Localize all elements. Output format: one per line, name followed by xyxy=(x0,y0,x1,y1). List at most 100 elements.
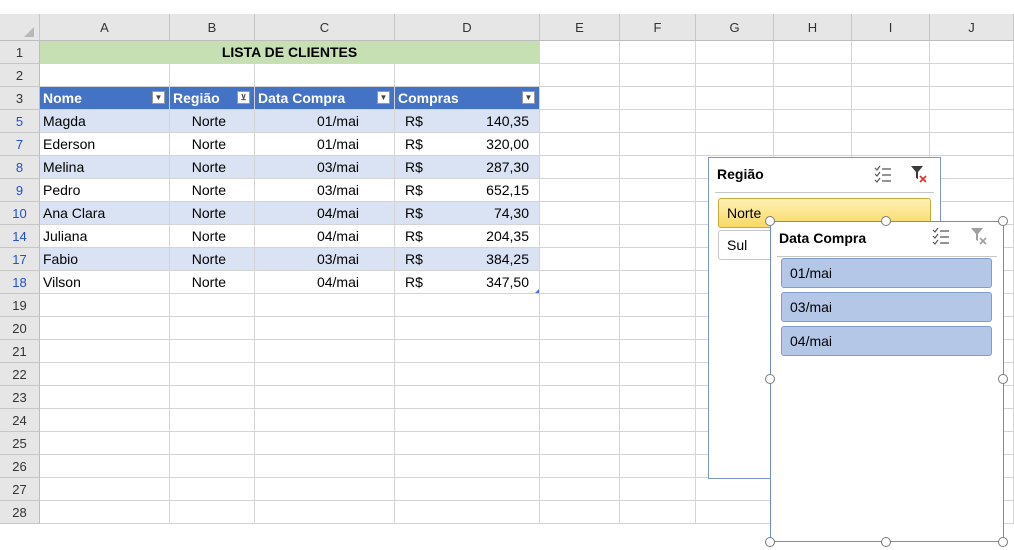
row-header-27[interactable]: 27 xyxy=(0,478,40,501)
cell-a2[interactable] xyxy=(40,64,170,87)
table-cell-data[interactable]: 04/mai xyxy=(255,225,395,248)
filter-active-icon[interactable]: ⊻ xyxy=(237,91,250,104)
table-cell-compras[interactable]: R$ 384,25 xyxy=(395,248,540,271)
slicer-item-04-mai[interactable]: 04/mai xyxy=(781,326,992,356)
resize-handle[interactable] xyxy=(765,216,775,226)
cell-f19[interactable] xyxy=(620,294,696,317)
table-cell-compras[interactable]: R$ 287,30 xyxy=(395,156,540,179)
row-header-28[interactable]: 28 xyxy=(0,501,40,524)
cell-b26[interactable] xyxy=(170,455,255,478)
cell-e28[interactable] xyxy=(540,501,620,524)
cell-j1[interactable] xyxy=(930,41,1014,64)
cell-j3[interactable] xyxy=(930,87,1014,110)
cell-c25[interactable] xyxy=(255,432,395,455)
cell-f10[interactable] xyxy=(620,202,696,225)
cell-c20[interactable] xyxy=(255,317,395,340)
cell-f26[interactable] xyxy=(620,455,696,478)
row-header-17[interactable]: 17 xyxy=(0,248,40,271)
cell-f25[interactable] xyxy=(620,432,696,455)
cell-e7[interactable] xyxy=(540,133,620,156)
cell-b23[interactable] xyxy=(170,386,255,409)
cell-g27[interactable] xyxy=(696,478,774,501)
multi-select-icon[interactable] xyxy=(873,164,893,184)
row-header-3[interactable]: 3 xyxy=(0,87,40,110)
clear-filter-icon[interactable] xyxy=(969,226,989,246)
table-cell-data[interactable]: 01/mai xyxy=(255,110,395,133)
table-cell-compras[interactable]: R$ 140,35 xyxy=(395,110,540,133)
cell-e24[interactable] xyxy=(540,409,620,432)
cell-e1[interactable] xyxy=(540,41,620,64)
table-cell-regiao[interactable]: Norte xyxy=(170,271,255,294)
column-header-b[interactable]: B xyxy=(170,14,255,41)
cell-f2[interactable] xyxy=(620,64,696,87)
cell-a27[interactable] xyxy=(40,478,170,501)
cell-b24[interactable] xyxy=(170,409,255,432)
cell-c21[interactable] xyxy=(255,340,395,363)
cell-c24[interactable] xyxy=(255,409,395,432)
row-header-24[interactable]: 24 xyxy=(0,409,40,432)
table-cell-regiao[interactable]: Norte xyxy=(170,248,255,271)
cell-e14[interactable] xyxy=(540,225,620,248)
select-all-corner[interactable] xyxy=(0,14,40,41)
resize-handle[interactable] xyxy=(998,216,1008,226)
cell-f24[interactable] xyxy=(620,409,696,432)
row-header-1[interactable]: 1 xyxy=(0,41,40,64)
table-cell-regiao[interactable]: Norte xyxy=(170,225,255,248)
resize-handle[interactable] xyxy=(765,537,775,547)
table-resize-handle[interactable] xyxy=(535,289,539,293)
header-regiao[interactable]: Região ⊻ xyxy=(170,87,255,110)
cell-i1[interactable] xyxy=(852,41,930,64)
row-header-18[interactable]: 18 xyxy=(0,271,40,294)
row-header-8[interactable]: 8 xyxy=(0,156,40,179)
column-header-i[interactable]: I xyxy=(852,14,930,41)
table-cell-regiao[interactable]: Norte xyxy=(170,202,255,225)
cell-e8[interactable] xyxy=(540,156,620,179)
slicer-item-03-mai[interactable]: 03/mai xyxy=(781,292,992,322)
header-data-compra[interactable]: Data Compra ▼ xyxy=(255,87,395,110)
cell-i2[interactable] xyxy=(852,64,930,87)
table-cell-data[interactable]: 04/mai xyxy=(255,271,395,294)
row-header-20[interactable]: 20 xyxy=(0,317,40,340)
cell-f21[interactable] xyxy=(620,340,696,363)
cell-f9[interactable] xyxy=(620,179,696,202)
cell-f22[interactable] xyxy=(620,363,696,386)
resize-handle[interactable] xyxy=(765,374,775,384)
table-cell-nome[interactable]: Ana Clara xyxy=(40,202,170,225)
filter-dropdown-icon[interactable]: ▼ xyxy=(377,91,390,104)
cell-a26[interactable] xyxy=(40,455,170,478)
row-header-26[interactable]: 26 xyxy=(0,455,40,478)
row-header-5[interactable]: 5 xyxy=(0,110,40,133)
cell-f5[interactable] xyxy=(620,110,696,133)
cell-j9[interactable] xyxy=(930,179,1014,202)
cell-f17[interactable] xyxy=(620,248,696,271)
table-cell-data[interactable]: 04/mai xyxy=(255,202,395,225)
cell-b19[interactable] xyxy=(170,294,255,317)
cell-g3[interactable] xyxy=(696,87,774,110)
cell-d25[interactable] xyxy=(395,432,540,455)
row-header-22[interactable]: 22 xyxy=(0,363,40,386)
cell-f28[interactable] xyxy=(620,501,696,524)
cell-e19[interactable] xyxy=(540,294,620,317)
row-header-7[interactable]: 7 xyxy=(0,133,40,156)
cell-e23[interactable] xyxy=(540,386,620,409)
cell-e9[interactable] xyxy=(540,179,620,202)
cell-a19[interactable] xyxy=(40,294,170,317)
cell-a28[interactable] xyxy=(40,501,170,524)
cell-g5[interactable] xyxy=(696,110,774,133)
table-cell-regiao[interactable]: Norte xyxy=(170,156,255,179)
cell-f18[interactable] xyxy=(620,271,696,294)
table-cell-compras[interactable]: R$ 652,15 xyxy=(395,179,540,202)
cell-j7[interactable] xyxy=(930,133,1014,156)
table-cell-regiao[interactable]: Norte xyxy=(170,110,255,133)
cell-b21[interactable] xyxy=(170,340,255,363)
table-cell-data[interactable]: 01/mai xyxy=(255,133,395,156)
cell-e2[interactable] xyxy=(540,64,620,87)
cell-d2[interactable] xyxy=(395,64,540,87)
cell-i3[interactable] xyxy=(852,87,930,110)
resize-handle[interactable] xyxy=(998,537,1008,547)
table-cell-nome[interactable]: Juliana xyxy=(40,225,170,248)
filter-dropdown-icon[interactable]: ▼ xyxy=(522,91,535,104)
table-cell-compras[interactable]: R$ 320,00 xyxy=(395,133,540,156)
cell-a21[interactable] xyxy=(40,340,170,363)
cell-e5[interactable] xyxy=(540,110,620,133)
